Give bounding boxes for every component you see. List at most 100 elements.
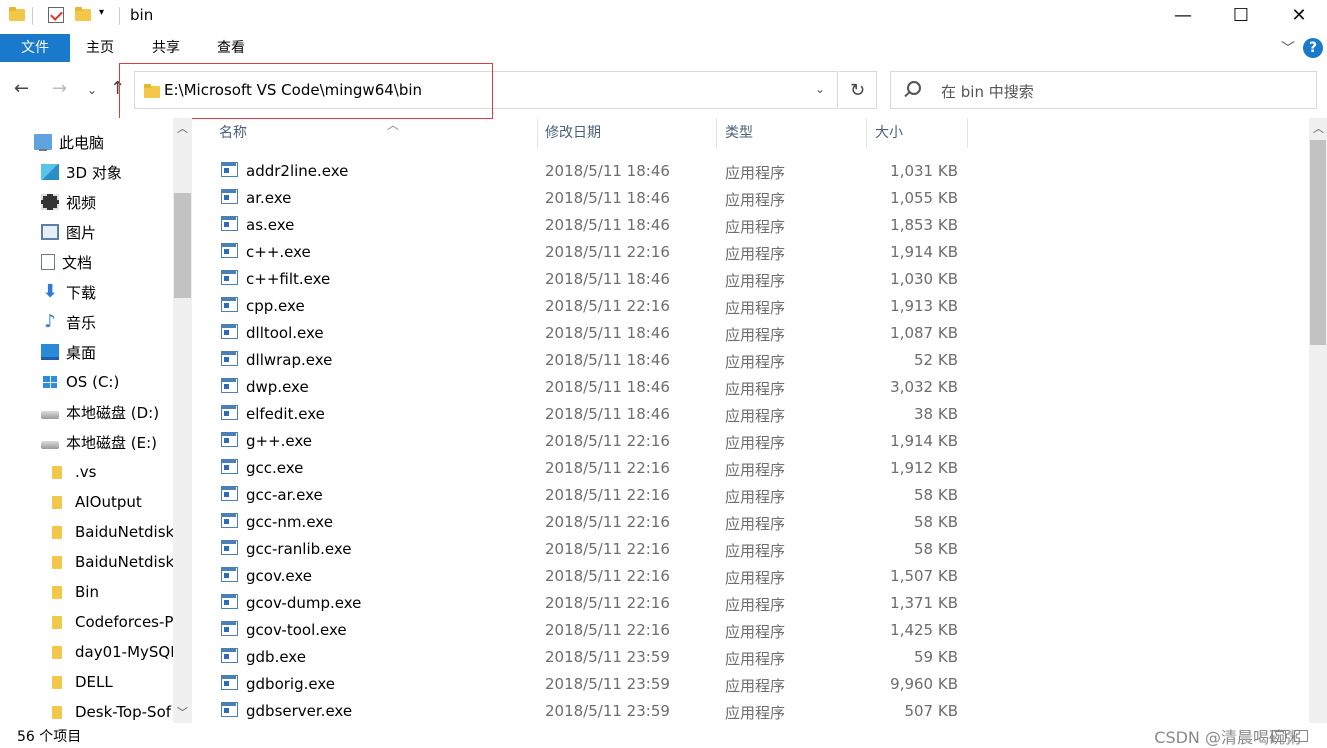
file-list-scrollbar[interactable]: ︿ (1309, 118, 1327, 723)
file-size: 59 KB (914, 648, 958, 666)
scroll-up-icon[interactable]: ︿ (1313, 120, 1324, 136)
file-size: 1,913 KB (890, 297, 958, 315)
table-row[interactable]: gdborig.exe 2018/5/11 23:59 应用程序 9,960 KB (217, 671, 977, 698)
nav-item-folder-aioutput[interactable]: AIOutput (48, 487, 142, 517)
refresh-icon[interactable]: ↻ (839, 71, 877, 109)
file-size: 52 KB (914, 351, 958, 369)
back-arrow-icon[interactable]: ← (14, 78, 29, 99)
nav-item-videos[interactable]: 视频 (41, 187, 96, 217)
address-path[interactable]: E:\Microsoft VS Code\mingw64\bin (164, 81, 422, 99)
nav-item-folder-desktop-soft[interactable]: Desk-Top-Sof (48, 697, 171, 723)
properties-check-icon[interactable] (48, 7, 64, 23)
nav-item-drive-e[interactable]: 本地磁盘 (E:) (41, 427, 157, 457)
file-name: gdb.exe (246, 648, 306, 666)
file-type: 应用程序 (725, 299, 786, 317)
large-icons-view-icon[interactable] (1294, 730, 1308, 742)
table-row[interactable]: ar.exe 2018/5/11 18:46 应用程序 1,055 KB (217, 185, 977, 212)
table-row[interactable]: gcc-ar.exe 2018/5/11 22:16 应用程序 58 KB (217, 482, 977, 509)
table-row[interactable]: gdb.exe 2018/5/11 23:59 应用程序 59 KB (217, 644, 977, 671)
file-date: 2018/5/11 22:16 (545, 567, 670, 585)
new-folder-icon[interactable] (75, 7, 91, 21)
table-row[interactable]: gcov-tool.exe 2018/5/11 22:16 应用程序 1,425 KB (217, 617, 977, 644)
address-row: ← → ⌄ ↑ E:\Microsoft VS Code\mingw64\bin… (0, 64, 1327, 118)
tab-file[interactable]: 文件 (0, 34, 70, 62)
table-row[interactable]: addr2line.exe 2018/5/11 18:46 应用程序 1,031 KB (217, 158, 977, 185)
table-row[interactable]: dllwrap.exe 2018/5/11 18:46 应用程序 52 KB (217, 347, 977, 374)
nav-item-folder-baidunetdisk-1[interactable]: BaiduNetdisk (48, 517, 174, 547)
table-row[interactable]: gcov-dump.exe 2018/5/11 22:16 应用程序 1,371 KB (217, 590, 977, 617)
quick-access-dropdown-icon[interactable]: ▾ (99, 7, 104, 18)
file-name: ar.exe (246, 189, 292, 207)
tab-share[interactable]: 共享 (136, 34, 196, 62)
nav-item-folder-codeforces[interactable]: Codeforces-P (48, 607, 173, 637)
application-icon (221, 702, 238, 717)
application-icon (221, 486, 238, 501)
scroll-up-icon[interactable]: ︿ (177, 120, 188, 136)
search-placeholder: 在 bin 中搜索 (941, 83, 1034, 101)
close-button[interactable]: ✕ (1270, 0, 1327, 30)
table-row[interactable]: elfedit.exe 2018/5/11 18:46 应用程序 38 KB (217, 401, 977, 428)
table-row[interactable]: c++filt.exe 2018/5/11 18:46 应用程序 1,030 KB (217, 266, 977, 293)
file-size: 3,032 KB (890, 378, 958, 396)
maximize-button[interactable]: ☐ (1212, 0, 1270, 30)
help-icon[interactable]: ? (1303, 38, 1323, 58)
download-icon: ⬇ (42, 281, 58, 302)
forward-arrow-icon[interactable]: → (52, 78, 67, 99)
table-row[interactable]: cpp.exe 2018/5/11 22:16 应用程序 1,913 KB (217, 293, 977, 320)
application-icon (221, 216, 238, 231)
search-input[interactable]: 在 bin 中搜索 (890, 71, 1317, 109)
file-type: 应用程序 (725, 569, 786, 587)
table-row[interactable]: dwp.exe 2018/5/11 18:46 应用程序 3,032 KB (217, 374, 977, 401)
nav-item-folder-day01[interactable]: day01-MySQL (48, 637, 179, 667)
nav-item-pictures[interactable]: 图片 (41, 217, 96, 247)
table-row[interactable]: gcc-ranlib.exe 2018/5/11 22:16 应用程序 58 KB (217, 536, 977, 563)
nav-item-drive-d[interactable]: 本地磁盘 (D:) (41, 397, 159, 427)
nav-item-this-pc[interactable]: 此电脑 (34, 127, 104, 157)
nav-item-folder-baidunetdisk-2[interactable]: BaiduNetdisk (48, 547, 174, 577)
navigation-scrollbar[interactable]: ︿ ﹀ (173, 118, 192, 723)
nav-item-drive-c[interactable]: OS (C:) (41, 367, 119, 397)
recent-locations-icon[interactable]: ⌄ (87, 83, 97, 97)
column-header-name[interactable]: 名称 ︿ (211, 118, 538, 148)
navigation-pane: 此电脑 3D 对象 视频 图片 文档 ⬇ 下载 ♪ 音乐 桌面 OS (C:) 本地… (0, 118, 192, 723)
scroll-thumb[interactable] (174, 193, 191, 298)
address-dropdown-icon[interactable]: ⌄ (815, 82, 825, 96)
nav-item-documents[interactable]: 文档 (41, 247, 92, 277)
column-header-type[interactable]: 类型 (717, 118, 867, 148)
scroll-thumb[interactable] (1310, 140, 1326, 345)
nav-item-folder-vs[interactable]: .vs (48, 457, 96, 487)
scroll-down-icon[interactable]: ﹀ (177, 704, 188, 720)
file-type: 应用程序 (725, 488, 786, 506)
nav-item-music[interactable]: ♪ 音乐 (41, 307, 96, 337)
file-size: 1,912 KB (890, 459, 958, 477)
file-date: 2018/5/11 22:16 (545, 243, 670, 261)
table-row[interactable]: g++.exe 2018/5/11 22:16 应用程序 1,914 KB (217, 428, 977, 455)
file-name: gcc-ar.exe (246, 486, 323, 504)
table-row[interactable]: as.exe 2018/5/11 18:46 应用程序 1,853 KB (217, 212, 977, 239)
column-header-date[interactable]: 修改日期 (537, 118, 717, 148)
nav-item-folder-dell[interactable]: DELL (48, 667, 113, 697)
table-row[interactable]: gcov.exe 2018/5/11 22:16 应用程序 1,507 KB (217, 563, 977, 590)
table-row[interactable]: dlltool.exe 2018/5/11 18:46 应用程序 1,087 KB (217, 320, 977, 347)
nav-item-3d-objects[interactable]: 3D 对象 (41, 157, 122, 187)
details-view-icon[interactable] (1272, 730, 1286, 742)
application-icon (221, 351, 238, 366)
expand-ribbon-icon[interactable]: ﹀ (1281, 38, 1295, 58)
nav-item-desktop[interactable]: 桌面 (41, 337, 96, 367)
address-bar[interactable]: E:\Microsoft VS Code\mingw64\bin ⌄ (134, 71, 838, 109)
table-row[interactable]: gcc-nm.exe 2018/5/11 22:16 应用程序 58 KB (217, 509, 977, 536)
column-header-size[interactable]: 大小 (867, 118, 968, 148)
file-type: 应用程序 (725, 164, 786, 182)
file-name: gcc-nm.exe (246, 513, 333, 531)
file-name: c++filt.exe (246, 270, 331, 288)
tab-view[interactable]: 查看 (201, 34, 261, 62)
minimize-button[interactable]: — (1154, 0, 1212, 30)
table-row[interactable]: c++.exe 2018/5/11 22:16 应用程序 1,914 KB (217, 239, 977, 266)
up-arrow-icon[interactable]: ↑ (110, 78, 125, 99)
table-row[interactable]: gcc.exe 2018/5/11 22:16 应用程序 1,912 KB (217, 455, 977, 482)
table-row[interactable]: gdbserver.exe 2018/5/11 23:59 应用程序 507 KB (217, 698, 977, 725)
nav-item-downloads[interactable]: ⬇ 下载 (41, 277, 96, 307)
file-name: gcov.exe (246, 567, 313, 585)
nav-item-folder-bin[interactable]: Bin (48, 577, 99, 607)
tab-home[interactable]: 主页 (70, 34, 130, 62)
